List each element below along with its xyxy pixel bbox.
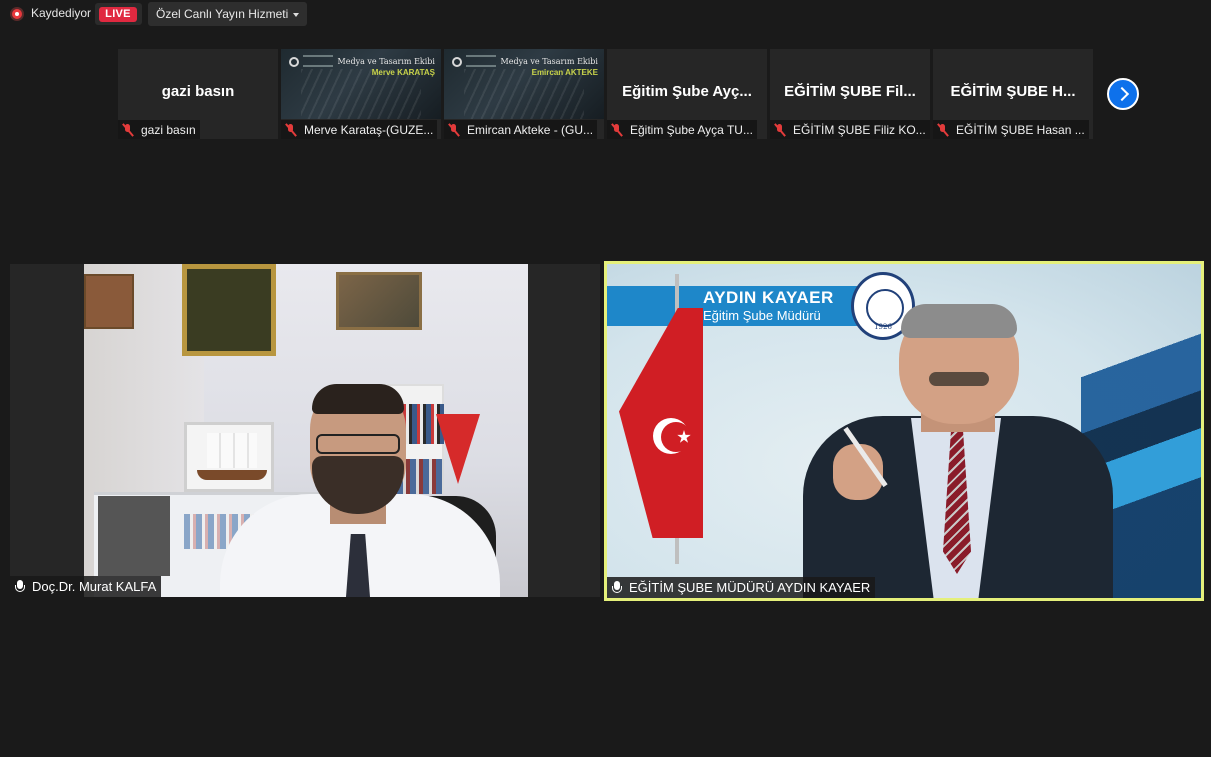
mic-muted-icon: [936, 123, 950, 137]
mic-icon: [611, 580, 623, 596]
person-glasses: [316, 434, 400, 454]
participant-tile[interactable]: Eğitim Şube Ayç... Eğitim Şube Ayça TU..…: [607, 49, 767, 139]
participant-label: Emircan Akteke - (GU...: [444, 120, 598, 139]
participant-center-name: EĞİTİM ŞUBE Fil...: [784, 83, 916, 100]
university-logo-icon: [452, 57, 462, 67]
mic-muted-icon: [610, 123, 624, 137]
painting: [336, 272, 422, 330]
live-badge-text: LIVE: [99, 7, 137, 22]
participant-person: [803, 304, 1123, 598]
main-video-right-active-speaker[interactable]: AYDIN KAYAER Eğitim Şube Müdürü 1926 EĞİ…: [604, 261, 1204, 601]
thumbnail-small-text: [303, 55, 333, 67]
participant-name: EĞİTİM ŞUBE Filiz KO...: [793, 122, 926, 137]
main-video-left[interactable]: Doç.Dr. Murat KALFA: [10, 264, 600, 597]
stream-service-dropdown[interactable]: Özel Canlı Yayın Hizmeti: [148, 2, 307, 26]
participant-name: gazi basın: [141, 122, 196, 137]
participant-person: [220, 384, 500, 597]
recording-icon: [10, 7, 24, 21]
person-mustache: [929, 372, 989, 386]
person-hair: [312, 384, 404, 414]
participant-name: Emircan Akteke - (GU...: [467, 122, 594, 137]
participant-tile[interactable]: EĞİTİM ŞUBE Fil... EĞİTİM ŞUBE Filiz KO.…: [770, 49, 930, 139]
participant-name: EĞİTİM ŞUBE MÜDÜRÜ AYDIN KAYAER: [629, 580, 871, 595]
participant-tile[interactable]: Medya ve Tasarım Ekibi Emircan AKTEKE Em…: [444, 49, 604, 139]
participant-label: gazi basın: [118, 120, 200, 139]
university-logo-icon: [289, 57, 299, 67]
participant-label: EĞİTİM ŞUBE Filiz KO...: [770, 120, 930, 139]
painting: [84, 274, 134, 329]
participant-name: EĞİTİM ŞUBE Hasan ...: [956, 122, 1085, 137]
cabinet-door: [98, 496, 170, 576]
participant-label: EĞİTİM ŞUBE Hasan ...: [933, 120, 1089, 139]
person-hair: [901, 304, 1017, 338]
participant-tile[interactable]: Medya ve Tasarım Ekibi Merve KARATAŞ Mer…: [281, 49, 441, 139]
thumbnail-title: Medya ve Tasarım Ekibi: [500, 57, 598, 66]
mic-icon: [14, 579, 26, 595]
participant-video-thumbnail: Medya ve Tasarım Ekibi Merve KARATAŞ: [281, 49, 441, 119]
participant-name: Merve Karataş-(GUZE...: [304, 122, 434, 137]
thumbnail-title: Medya ve Tasarım Ekibi: [337, 57, 435, 66]
mic-muted-icon: [284, 123, 298, 137]
live-badge[interactable]: LIVE: [95, 3, 142, 25]
participant-name: Eğitim Şube Ayça TU...: [630, 122, 753, 137]
stream-service-label: Özel Canlı Yayın Hizmeti: [156, 7, 289, 21]
mic-muted-icon: [773, 123, 787, 137]
participant-center-name: gazi basın: [161, 83, 235, 100]
participant-name: Doç.Dr. Murat KALFA: [32, 579, 157, 594]
next-page-arrow-icon[interactable]: [1107, 78, 1139, 110]
mic-muted-icon: [121, 123, 135, 137]
participant-center-name: EĞİTİM ŞUBE H...: [950, 83, 1076, 100]
participant-label: Eğitim Şube Ayça TU...: [607, 120, 757, 139]
participant-video-thumbnail: Medya ve Tasarım Ekibi Emircan AKTEKE: [444, 49, 604, 119]
mic-muted-icon: [447, 123, 461, 137]
caret-down-icon: [293, 13, 299, 17]
thumbnail-small-text: [466, 55, 496, 67]
participant-tile[interactable]: EĞİTİM ŞUBE H... EĞİTİM ŞUBE Hasan ...: [933, 49, 1093, 139]
recording-label: Kaydediyor: [31, 6, 92, 20]
thumbnail-name: Emircan AKTEKE: [531, 68, 598, 77]
video-feed-office: [84, 264, 528, 597]
framed-emblem: [182, 264, 276, 356]
participant-center-name: Eğitim Şube Ayç...: [622, 83, 752, 100]
participant-tile[interactable]: gazi basın gazi basın: [118, 49, 278, 139]
participant-name-tag: EĞİTİM ŞUBE MÜDÜRÜ AYDIN KAYAER: [607, 577, 876, 598]
thumbnail-name: Merve KARATAŞ: [371, 68, 435, 77]
participant-label: Merve Karataş-(GUZE...: [281, 120, 438, 139]
participant-name-tag: Doç.Dr. Murat KALFA: [10, 576, 162, 597]
